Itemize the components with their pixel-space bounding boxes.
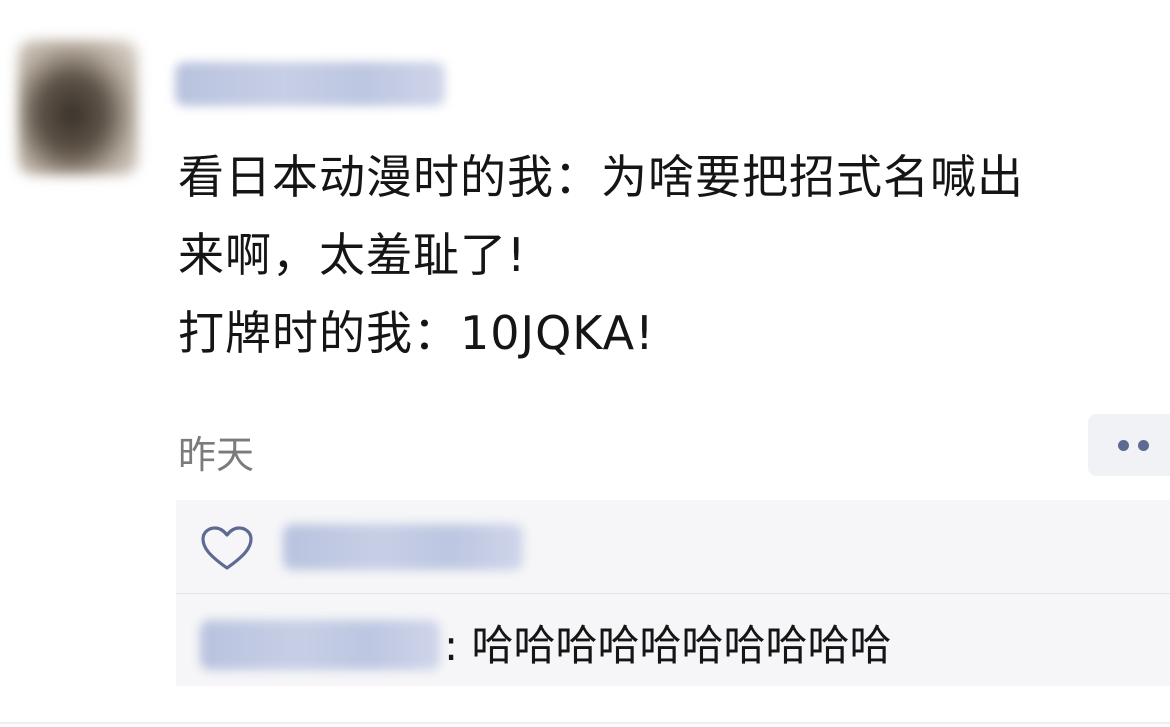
post-line: 来啊，太羞耻了! [178,228,527,282]
moments-post: 看日本动漫时的我：为啥要把招式名喊出 来啊，太羞耻了! 打牌时的我：10JQKA… [0,0,1170,727]
more-button[interactable] [1088,414,1170,476]
post-time: 昨天 [178,433,255,477]
post-line: 看日本动漫时的我：为啥要把招式名喊出 [178,150,1024,204]
comment-text: : 哈哈哈哈哈哈哈哈哈哈 [444,621,892,670]
like-user-blurred[interactable] [283,524,523,570]
commenter-name-blurred[interactable] [200,620,440,670]
post-line: 打牌时的我：10JQKA! [178,306,655,360]
divider [0,722,1170,724]
divider [176,593,1170,594]
avatar[interactable] [18,40,138,175]
more-icon [1138,440,1149,451]
post-text: 看日本动漫时的我：为啥要把招式名喊出 来啊，太羞耻了! 打牌时的我：10JQKA… [178,138,1148,372]
more-icon [1118,440,1129,451]
poster-name-blurred[interactable] [175,62,445,106]
heart-icon [201,526,253,570]
